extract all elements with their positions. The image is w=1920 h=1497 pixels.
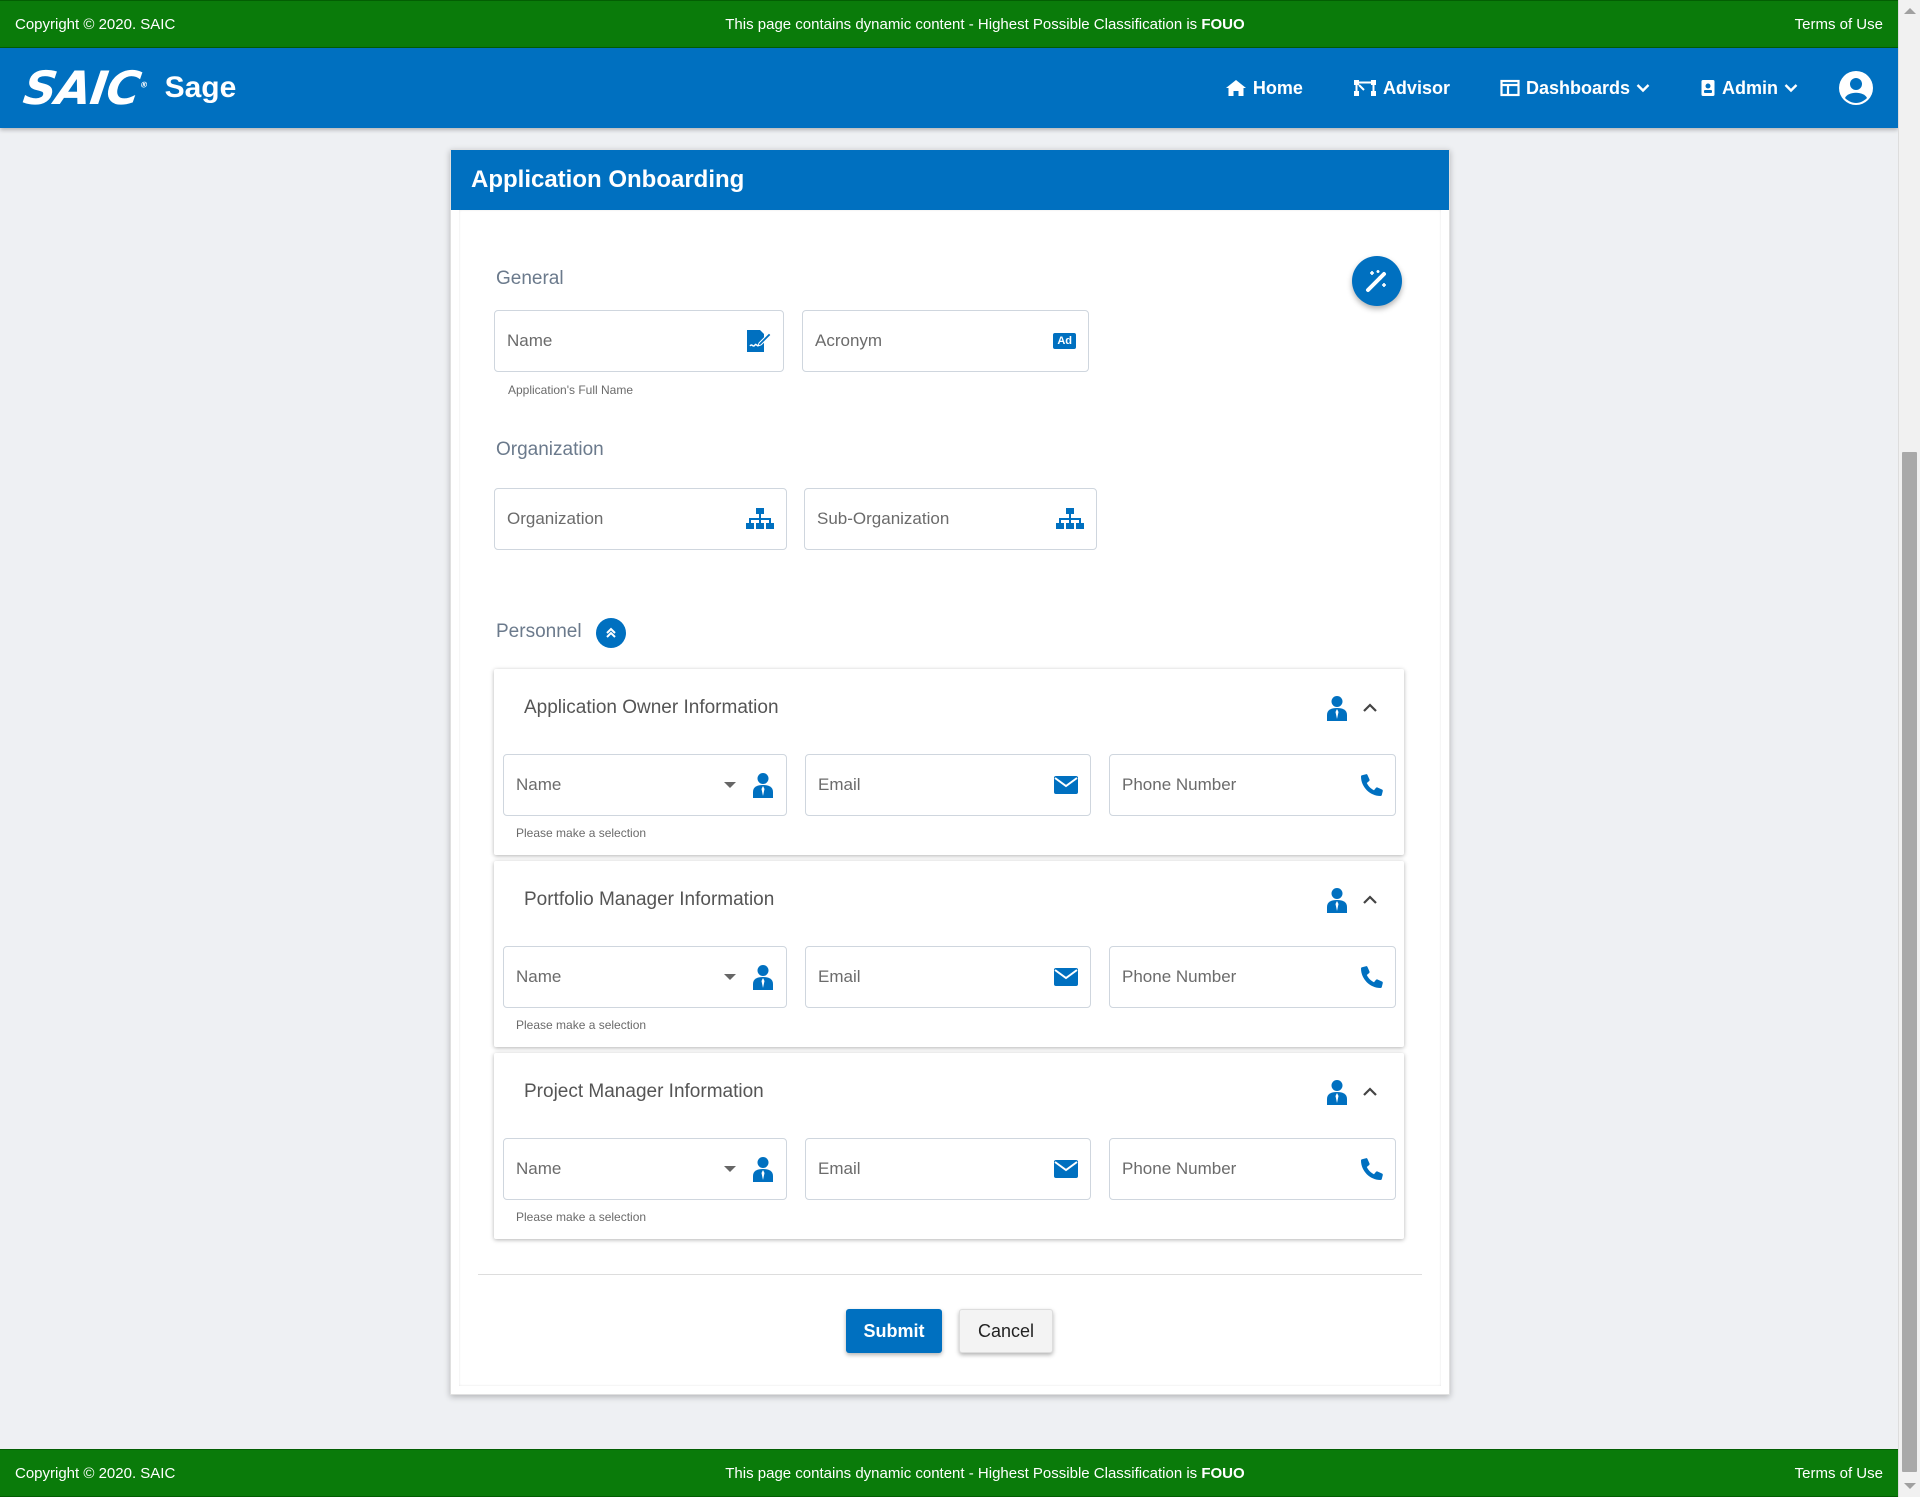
dropdown-arrow-icon xyxy=(724,1166,736,1172)
envelope-icon xyxy=(1054,776,1078,794)
phone-icon xyxy=(1361,1158,1383,1180)
dashboard-icon xyxy=(1500,79,1520,97)
submit-button[interactable]: Submit xyxy=(846,1309,942,1353)
project-name-hint: Please make a selection xyxy=(516,1210,647,1224)
copyright-text: Copyright © 2020. SAIC xyxy=(15,1464,176,1482)
autofill-button[interactable] xyxy=(1352,256,1402,306)
user-circle-icon[interactable] xyxy=(1838,70,1874,106)
project-name-placeholder: Name xyxy=(516,1159,562,1178)
dropdown-arrow-icon xyxy=(724,782,736,788)
person-tie-icon xyxy=(752,964,774,990)
general-section-label: General xyxy=(496,268,564,289)
portfolio-email-placeholder: Email xyxy=(818,967,861,986)
signature-icon xyxy=(745,329,771,353)
nav-menu: Home Advisor Dashboards Admin xyxy=(1175,70,1874,106)
portfolio-name-select[interactable]: Name xyxy=(503,946,787,1008)
person-tie-icon xyxy=(1327,696,1347,721)
person-tie-icon xyxy=(752,1156,774,1182)
application-name-placeholder: Name xyxy=(507,331,553,350)
nav-advisor-label: Advisor xyxy=(1382,77,1450,98)
advisor-icon xyxy=(1353,80,1376,96)
phone-icon xyxy=(1361,966,1383,988)
dropdown-arrow-icon xyxy=(724,974,736,980)
saic-logo[interactable]: SAIC® xyxy=(20,61,150,115)
panel-title: Application Owner Information xyxy=(524,697,779,718)
form-divider xyxy=(478,1274,1422,1275)
chevron-up-icon[interactable] xyxy=(1362,1086,1378,1098)
panel-title: Project Manager Information xyxy=(524,1081,764,1102)
acronym-placeholder: Acronym xyxy=(815,331,883,350)
classification-level: FOUO xyxy=(1201,1464,1245,1482)
owner-name-select[interactable]: Name xyxy=(503,754,787,816)
chevron-up-icon[interactable] xyxy=(1362,894,1378,906)
nav-dashboards[interactable]: Dashboards xyxy=(1500,78,1650,99)
portfolio-name-hint: Please make a selection xyxy=(516,1018,647,1032)
classification-bar-top: Copyright © 2020. SAIC This page contain… xyxy=(0,0,1898,48)
application-name-hint: Application's Full Name xyxy=(508,383,634,397)
chevron-up-icon[interactable] xyxy=(1362,702,1378,714)
organization-placeholder: Organization xyxy=(507,509,604,528)
home-icon xyxy=(1225,80,1246,96)
portfolio-phone-placeholder: Phone Number xyxy=(1122,967,1237,986)
owner-name-hint: Please make a selection xyxy=(516,826,647,840)
portfolio-name-placeholder: Name xyxy=(516,967,562,986)
panel-title: Portfolio Manager Information xyxy=(524,889,775,910)
sub-organization-input[interactable]: Sub-Organization xyxy=(804,488,1097,550)
organization-input[interactable]: Organization xyxy=(494,488,787,550)
terms-of-use-link[interactable]: Terms of Use xyxy=(1795,16,1883,33)
owner-email-placeholder: Email xyxy=(818,775,861,794)
person-tie-icon xyxy=(752,772,774,798)
nav-home-label: Home xyxy=(1252,77,1303,98)
person-tie-icon xyxy=(1327,1080,1347,1105)
owner-email-input[interactable]: Email xyxy=(805,754,1091,816)
application-name-input[interactable]: Name xyxy=(494,310,784,372)
nav-advisor[interactable]: Advisor xyxy=(1353,78,1450,99)
ad-badge-icon: Ad xyxy=(1053,333,1076,349)
scroll-up-arrow-icon[interactable] xyxy=(1904,8,1916,14)
nav-home[interactable]: Home xyxy=(1225,78,1303,99)
card-title: Application Onboarding xyxy=(451,150,1449,210)
portfolio-email-input[interactable]: Email xyxy=(805,946,1091,1008)
project-email-input[interactable]: Email xyxy=(805,1138,1091,1200)
chevron-down-icon xyxy=(1636,84,1650,93)
envelope-icon xyxy=(1054,968,1078,986)
org-chart-icon xyxy=(1056,507,1084,531)
person-tie-icon xyxy=(1327,888,1347,913)
scrollbar-thumb[interactable] xyxy=(1902,452,1917,1472)
top-navbar: SAIC® Sage Home Advisor Dashboards Admin xyxy=(0,48,1898,128)
classification-bar-bottom: Copyright © 2020. SAIC This page contain… xyxy=(0,1449,1898,1497)
double-chevron-up-icon xyxy=(606,627,616,638)
copyright-text: Copyright © 2020. SAIC xyxy=(15,15,176,33)
portfolio-phone-input[interactable]: Phone Number xyxy=(1109,946,1396,1008)
scroll-down-arrow-icon[interactable] xyxy=(1904,1483,1916,1489)
app-name[interactable]: Sage xyxy=(165,71,237,105)
magic-wand-icon xyxy=(1366,270,1386,292)
acronym-input[interactable]: Acronym Ad xyxy=(802,310,1089,372)
personnel-section-label: Personnel xyxy=(496,621,582,642)
owner-name-placeholder: Name xyxy=(516,775,562,794)
project-email-placeholder: Email xyxy=(818,1159,861,1178)
classification-message: This page contains dynamic content - Hig… xyxy=(725,15,1245,33)
org-chart-icon xyxy=(746,507,774,531)
sub-organization-placeholder: Sub-Organization xyxy=(817,509,950,528)
personnel-collapse-button[interactable] xyxy=(596,618,626,648)
organization-section-label: Organization xyxy=(496,439,604,460)
project-phone-input[interactable]: Phone Number xyxy=(1109,1138,1396,1200)
page-scrollbar[interactable] xyxy=(1898,0,1920,1497)
phone-icon xyxy=(1361,774,1383,796)
chevron-down-icon xyxy=(1784,84,1798,93)
nav-admin[interactable]: Admin xyxy=(1700,78,1798,99)
classification-message: This page contains dynamic content - Hig… xyxy=(725,1464,1245,1482)
project-phone-placeholder: Phone Number xyxy=(1122,1159,1237,1178)
nav-admin-label: Admin xyxy=(1722,77,1778,98)
owner-phone-placeholder: Phone Number xyxy=(1122,775,1237,794)
project-name-select[interactable]: Name xyxy=(503,1138,787,1200)
classification-level: FOUO xyxy=(1201,15,1245,33)
owner-phone-input[interactable]: Phone Number xyxy=(1109,754,1396,816)
badge-icon xyxy=(1701,80,1715,96)
cancel-button[interactable]: Cancel xyxy=(959,1309,1053,1353)
nav-dashboards-label: Dashboards xyxy=(1525,77,1630,98)
envelope-icon xyxy=(1054,1160,1078,1178)
terms-of-use-link[interactable]: Terms of Use xyxy=(1795,1465,1883,1482)
